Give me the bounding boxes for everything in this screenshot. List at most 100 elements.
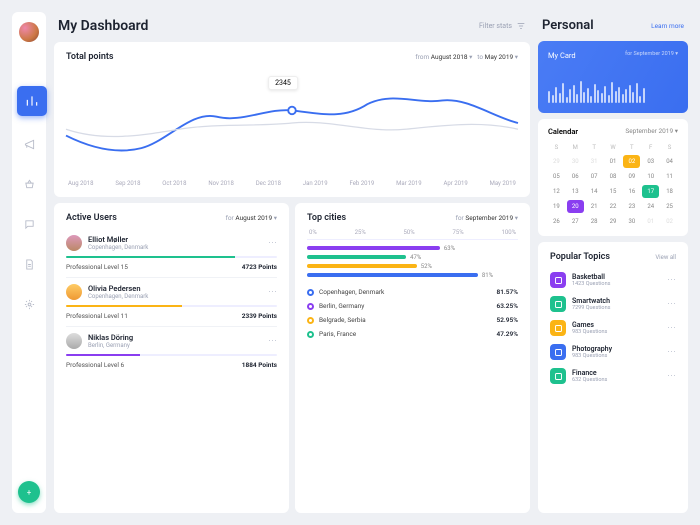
more-icon[interactable]: ⋯: [667, 347, 676, 357]
calendar-month[interactable]: September 2019 ▾: [625, 127, 678, 136]
calendar-day[interactable]: 22: [605, 200, 622, 213]
more-icon[interactable]: ⋯: [667, 323, 676, 333]
total-points-card: Total points from August 2018 ▾ to May 2…: [54, 42, 530, 197]
my-card[interactable]: My Card for September 2019 ▾: [538, 41, 688, 113]
calendar-day[interactable]: 13: [567, 185, 584, 198]
calendar-day[interactable]: 26: [548, 215, 565, 228]
nav-docs[interactable]: [17, 252, 41, 276]
topic-count: 7299 Questions: [572, 305, 610, 311]
sparkline: [548, 77, 678, 103]
avatar[interactable]: [19, 22, 39, 42]
more-icon[interactable]: ⋯: [667, 275, 676, 285]
users-period[interactable]: for August 2019 ▾: [226, 214, 277, 222]
legend-pct: 47.29%: [497, 330, 519, 338]
calendar-day[interactable]: 27: [567, 215, 584, 228]
user-avatar: [66, 333, 82, 349]
topic-item[interactable]: Smartwatch7299 Questions⋯: [550, 292, 676, 316]
dow-label: W: [605, 142, 622, 153]
calendar-day[interactable]: 30: [567, 155, 584, 168]
calendar-day[interactable]: 24: [642, 200, 659, 213]
topic-item[interactable]: Games983 Questions⋯: [550, 316, 676, 340]
calendar-day[interactable]: 15: [605, 185, 622, 198]
calendar-day[interactable]: 31: [586, 155, 603, 168]
cities-period[interactable]: for September 2019 ▾: [456, 214, 518, 222]
view-all-link[interactable]: View all: [655, 254, 676, 261]
topic-count: 983 Questions: [572, 329, 607, 335]
calendar-day[interactable]: 08: [605, 170, 622, 183]
legend-pct: 63.25%: [497, 302, 519, 310]
calendar-day[interactable]: 05: [548, 170, 565, 183]
megaphone-icon: [24, 139, 35, 150]
calendar-day[interactable]: 18: [661, 185, 678, 198]
calendar-title: Calendar: [548, 127, 578, 136]
user-name: Elliot Møller: [88, 235, 148, 244]
user-row[interactable]: Elliot MøllerCopenhagen, Denmark⋯Profess…: [66, 229, 277, 278]
nav-chat[interactable]: [17, 212, 41, 236]
nav: [11, 86, 47, 316]
legend-swatch: [307, 317, 314, 324]
page-title: My Dashboard: [58, 18, 148, 34]
calendar-day[interactable]: 10: [642, 170, 659, 183]
user-level: Professional Level 11: [66, 312, 128, 320]
calendar-day[interactable]: 23: [623, 200, 640, 213]
calendar-day[interactable]: 28: [586, 215, 603, 228]
topic-item[interactable]: Photography983 Questions⋯: [550, 340, 676, 364]
legend-item: Copenhagen, Denmark 81.57%: [307, 285, 518, 299]
user-points: 1884 Points: [242, 361, 277, 369]
calendar-day[interactable]: 04: [661, 155, 678, 168]
legend-city: Berlin, Germany: [319, 302, 364, 310]
calendar-day[interactable]: 20: [567, 200, 584, 213]
calendar-day[interactable]: 14: [586, 185, 603, 198]
date-range[interactable]: from August 2018 ▾ to May 2019 ▾: [415, 53, 518, 61]
legend-item: Paris, France 47.29%: [307, 327, 518, 341]
learn-more-link[interactable]: Learn more: [651, 22, 684, 30]
more-icon[interactable]: ⋯: [667, 299, 676, 309]
dow-label: T: [586, 142, 603, 153]
dow-label: M: [567, 142, 584, 153]
calendar-day[interactable]: 29: [548, 155, 565, 168]
chart-title: Total points: [66, 52, 114, 62]
user-row[interactable]: Niklas DöringBerlin, Germany⋯Professiona…: [66, 327, 277, 375]
calendar-day[interactable]: 11: [661, 170, 678, 183]
calendar-day[interactable]: 12: [548, 185, 565, 198]
nav-announce[interactable]: [17, 132, 41, 156]
legend-pct: 81.57%: [497, 288, 519, 296]
topic-name: Basketball: [572, 273, 610, 281]
topic-item[interactable]: Basketball1423 Questions ⋯: [550, 268, 676, 292]
legend-city: Belgrade, Serbia: [319, 316, 366, 324]
city-bar: 63%: [307, 246, 518, 250]
nav-dashboard[interactable]: [17, 86, 47, 116]
user-row[interactable]: Olivia PedersenCopenhagen, Denmark⋯Profe…: [66, 278, 277, 327]
more-icon[interactable]: ⋯: [268, 336, 277, 346]
calendar-day[interactable]: 02: [661, 215, 678, 228]
legend-city: Copenhagen, Denmark: [319, 288, 384, 296]
calendar-day[interactable]: 09: [623, 170, 640, 183]
filter-button[interactable]: Filter stats: [479, 21, 526, 31]
calendar-day[interactable]: 30: [623, 215, 640, 228]
more-icon[interactable]: ⋯: [268, 287, 277, 297]
calendar-day[interactable]: 06: [567, 170, 584, 183]
fab-add[interactable]: +: [18, 481, 40, 503]
calendar-day[interactable]: 25: [661, 200, 678, 213]
nav-settings[interactable]: [17, 292, 41, 316]
calendar-day[interactable]: 07: [586, 170, 603, 183]
calendar-grid: SMTWTFS293031010203040506070809101112131…: [548, 142, 678, 228]
nav-shop[interactable]: [17, 172, 41, 196]
more-icon[interactable]: ⋯: [667, 371, 676, 381]
topic-item[interactable]: Finance632 Questions⋯: [550, 364, 676, 388]
calendar-day[interactable]: 16: [623, 185, 640, 198]
legend-city: Paris, France: [319, 330, 356, 338]
more-icon[interactable]: ⋯: [268, 238, 277, 248]
user-level: Professional Level 15: [66, 263, 128, 271]
calendar-day[interactable]: 21: [586, 200, 603, 213]
legend-pct: 52.95%: [497, 316, 519, 324]
calendar-day[interactable]: 19: [548, 200, 565, 213]
city-bar: 52%: [307, 264, 518, 268]
calendar-day[interactable]: 29: [605, 215, 622, 228]
calendar-day[interactable]: 01: [642, 215, 659, 228]
calendar-day[interactable]: 01: [605, 155, 622, 168]
calendar-day[interactable]: 03: [642, 155, 659, 168]
topic-count: 1423 Questions: [572, 281, 610, 287]
calendar-day[interactable]: 02: [623, 155, 640, 168]
calendar-day[interactable]: 17: [642, 185, 659, 198]
